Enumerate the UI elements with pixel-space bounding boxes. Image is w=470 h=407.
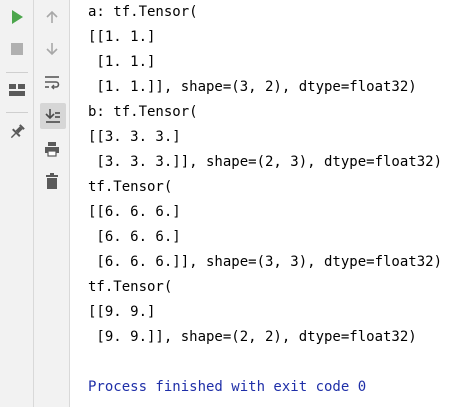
- print-icon: [45, 142, 59, 157]
- console-line: tf.Tensor(: [88, 179, 173, 195]
- clear-all-button[interactable]: [40, 169, 64, 193]
- soft-wrap-button[interactable]: [40, 70, 64, 94]
- stop-button[interactable]: [5, 37, 29, 61]
- arrow-down-icon: [46, 43, 58, 56]
- pin-button[interactable]: [5, 120, 29, 144]
- run-console-window: a: tf.Tensor( [[1. 1.] [1. 1.] [1. 1.]],…: [0, 0, 470, 407]
- layout-button[interactable]: [5, 78, 29, 102]
- console-line: [1. 1.]], shape=(3, 2), dtype=float32): [88, 79, 417, 95]
- run-button[interactable]: [5, 5, 29, 29]
- pin-icon: [10, 124, 25, 139]
- toolbar-divider: [6, 112, 28, 113]
- run-icon: [12, 10, 23, 24]
- previous-occurrence-button[interactable]: [40, 5, 64, 29]
- console-line: tf.Tensor(: [88, 279, 173, 295]
- toolbar-divider: [6, 72, 28, 73]
- console-line: [[9. 9.]: [88, 304, 156, 320]
- process-exit-message: Process finished with exit code 0: [88, 379, 367, 395]
- console-line: [[3. 3. 3.]: [88, 129, 181, 145]
- console-toolbar: [34, 0, 70, 407]
- console-line: [[1. 1.]: [88, 29, 156, 45]
- console-line: [6. 6. 6.]: [88, 229, 181, 245]
- console-line: [6. 6. 6.]], shape=(3, 3), dtype=float32…: [88, 254, 443, 270]
- print-button[interactable]: [40, 137, 64, 161]
- console-line: [1. 1.]: [88, 54, 156, 70]
- layout-icon: [9, 84, 25, 96]
- console-line: [[6. 6. 6.]: [88, 204, 181, 220]
- scroll-to-end-icon: [45, 109, 60, 123]
- console-output[interactable]: a: tf.Tensor( [[1. 1.] [1. 1.] [1. 1.]],…: [88, 0, 470, 407]
- arrow-up-icon: [46, 10, 58, 23]
- scroll-to-end-button[interactable]: [40, 103, 66, 129]
- console-line: a: tf.Tensor(: [88, 4, 198, 20]
- console-line: [3. 3. 3.]], shape=(2, 3), dtype=float32…: [88, 154, 443, 170]
- console-line: [9. 9.]], shape=(2, 2), dtype=float32): [88, 329, 417, 345]
- stop-icon: [11, 43, 23, 55]
- console-line: b: tf.Tensor(: [88, 104, 198, 120]
- next-occurrence-button[interactable]: [40, 37, 64, 61]
- trash-icon: [46, 173, 58, 189]
- run-toolbar: [0, 0, 34, 407]
- soft-wrap-icon: [45, 76, 60, 90]
